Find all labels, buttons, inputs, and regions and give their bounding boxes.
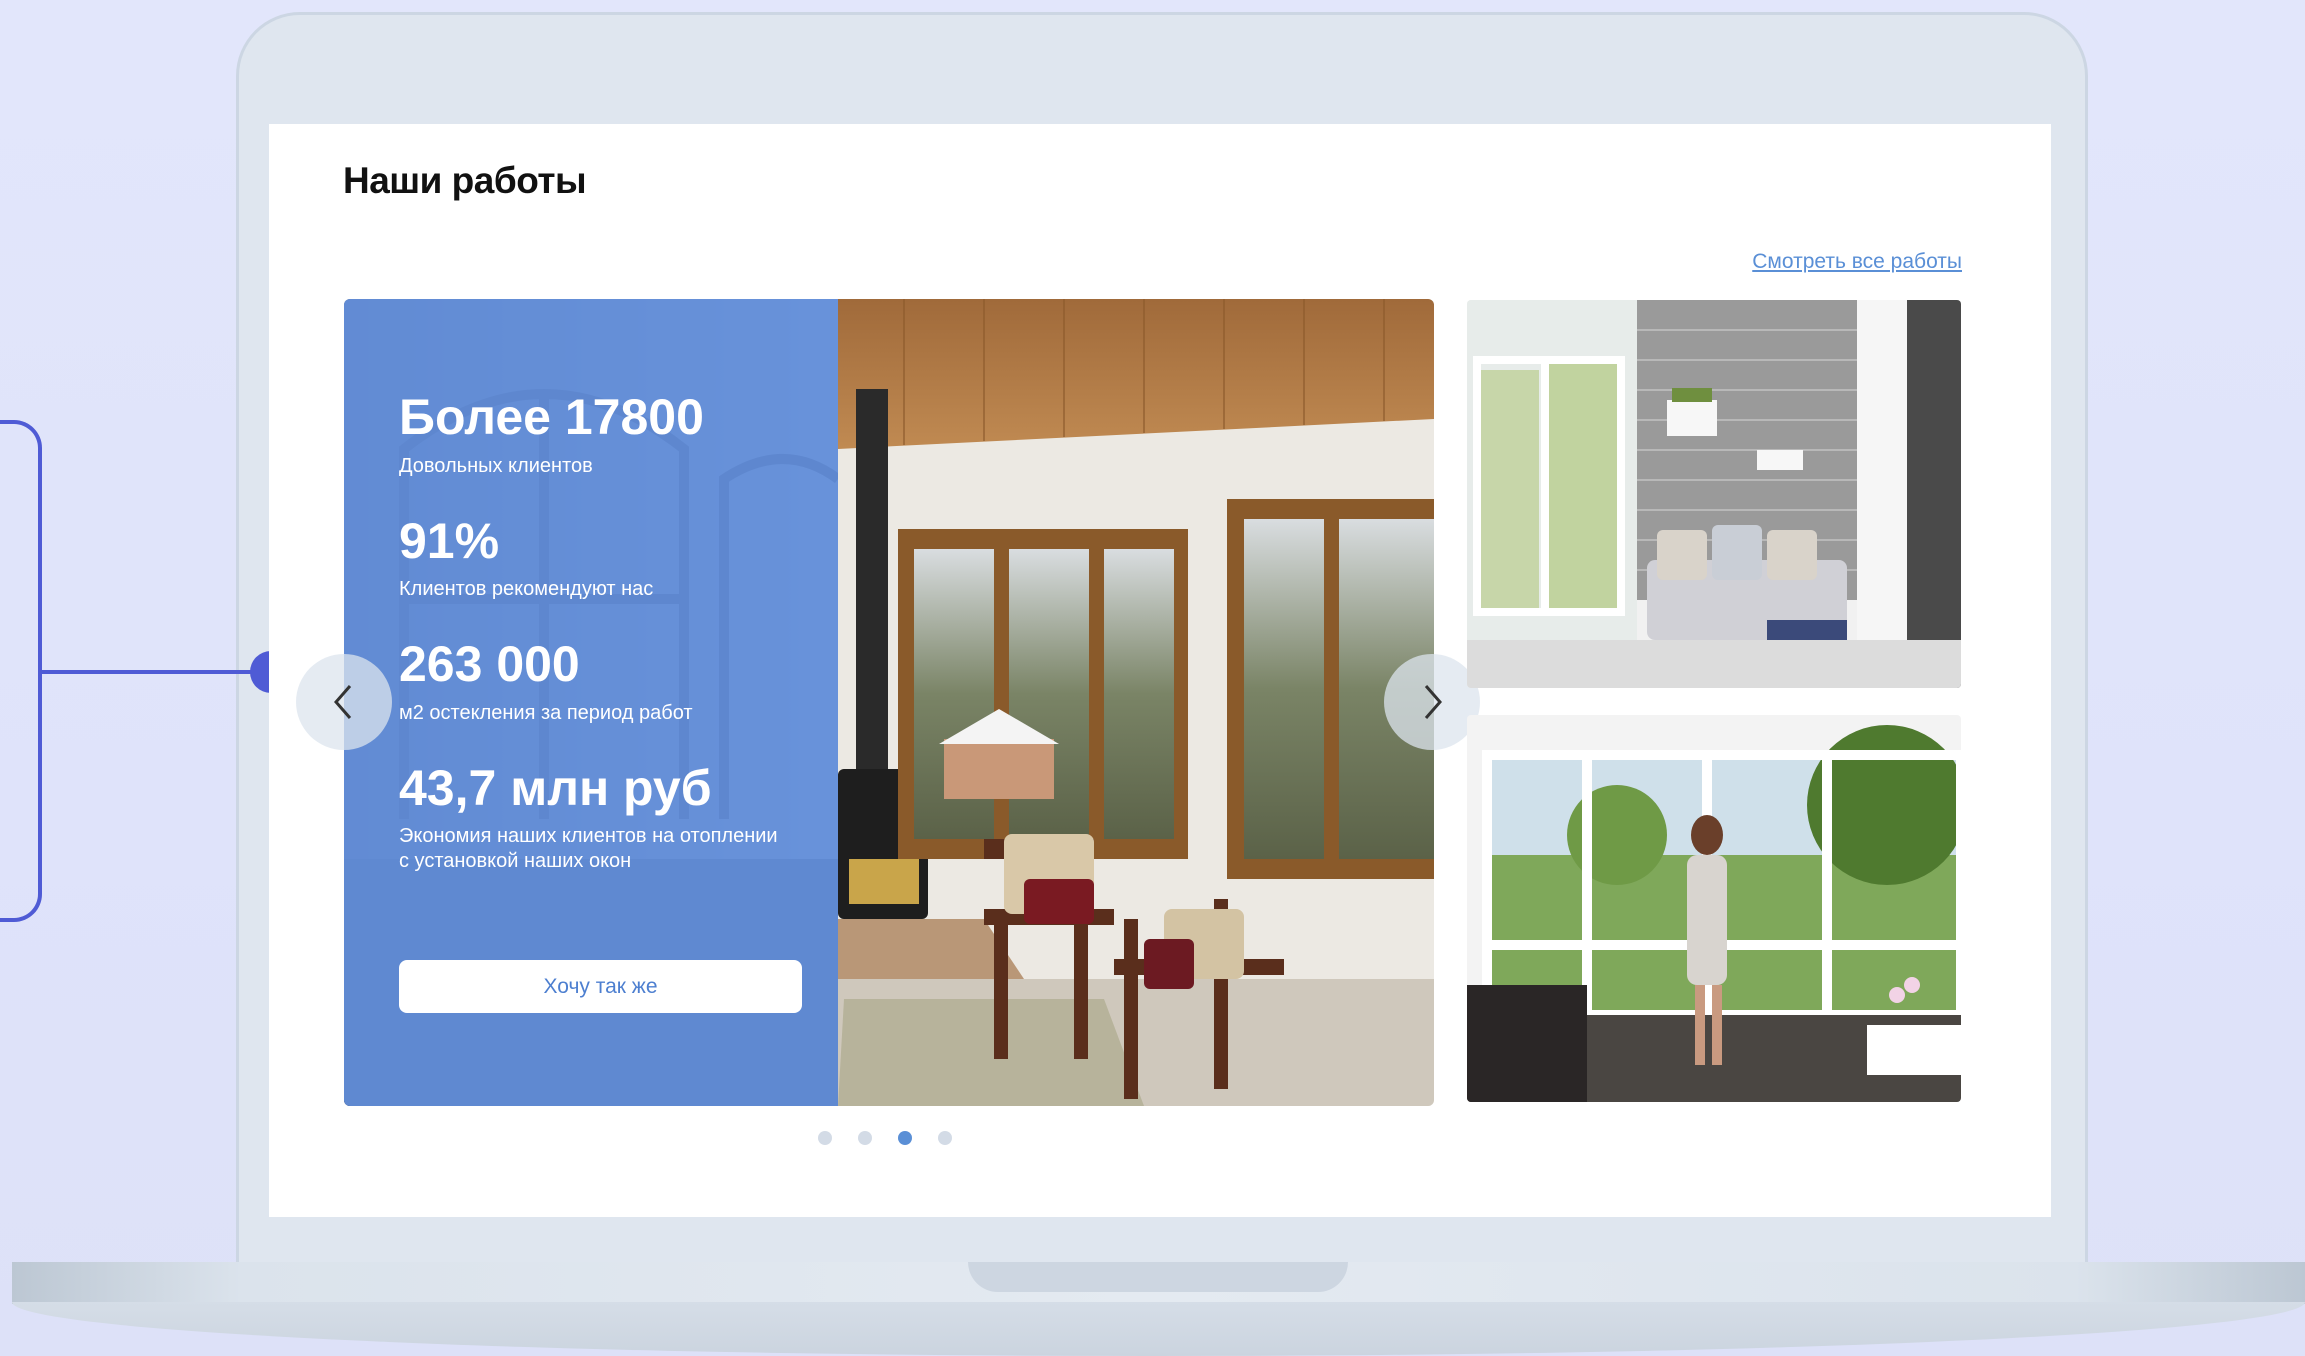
pagination-dot-active[interactable] [898, 1131, 912, 1145]
stat-label: Клиентов рекомендуют нас [399, 578, 654, 600]
pagination-dot[interactable] [818, 1131, 832, 1145]
stat-clients: Более 17800 Довольных клиентов [399, 391, 838, 479]
stat-label: Экономия наших клиентов на отоплении с у… [399, 825, 778, 872]
annotation-bracket [0, 420, 42, 922]
side-photo-woman-window[interactable] [1467, 715, 1961, 1102]
stat-label: Довольных клиентов [399, 454, 593, 477]
main-slide: Более 17800 Довольных клиентов 91% Клиен… [344, 299, 1434, 1106]
stat-value: 91% [399, 512, 500, 569]
stat-value: 263 000 [399, 636, 580, 692]
slider-pagination [818, 1131, 952, 1145]
pagination-dot[interactable] [858, 1131, 872, 1145]
balcony-photo [1467, 300, 1961, 688]
stat-value: 43,7 млн руб [399, 759, 712, 816]
stat-label: м2 остекления за период работ [399, 701, 693, 724]
side-photo-balcony[interactable] [1467, 300, 1961, 688]
chevron-left-icon [334, 685, 352, 719]
stat-recommend: 91% Клиентов рекомендуют нас [399, 512, 838, 603]
stat-savings: 43,7 млн руб Экономия наших клиентов на … [399, 759, 838, 875]
annotation-connector [42, 670, 270, 674]
page-title: Наши работы [343, 160, 587, 201]
chevron-right-icon [1424, 685, 1442, 719]
stat-value: Более 17800 [399, 389, 704, 445]
prev-slide-button[interactable] [296, 654, 392, 750]
view-all-works-link[interactable]: Смотреть все работы [1752, 250, 1962, 274]
window-photo [1467, 715, 1961, 1102]
laptop-base-bottom [12, 1302, 2305, 1356]
stat-glazing: 263 000 м2 остекления за период работ [399, 638, 838, 726]
stats-overlay: Более 17800 Довольных клиентов 91% Клиен… [344, 299, 838, 1106]
laptop-notch [968, 1262, 1348, 1292]
next-slide-button[interactable] [1384, 654, 1480, 750]
pagination-dot[interactable] [938, 1131, 952, 1145]
want-same-button[interactable]: Хочу так же [399, 960, 802, 1013]
